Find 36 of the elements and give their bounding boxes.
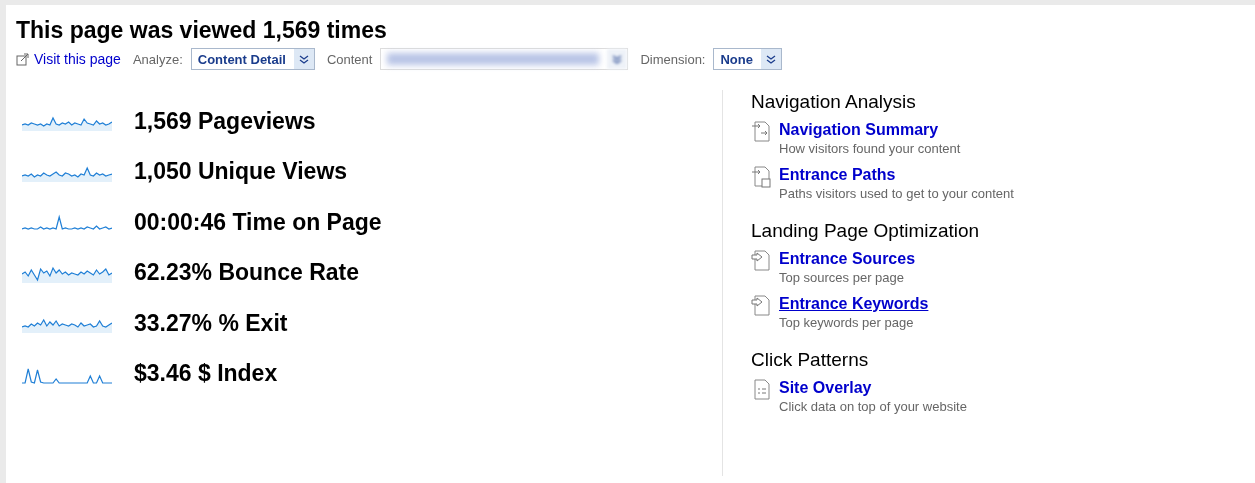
metric-text: 33.27% % Exit xyxy=(134,309,288,337)
caret-icon xyxy=(766,54,776,64)
metric-text: $3.46 $ Index xyxy=(134,360,278,388)
analyze-dropdown[interactable]: Content Detail xyxy=(190,48,315,70)
external-link-icon xyxy=(16,52,30,66)
visit-page-link[interactable]: Visit this page xyxy=(16,51,121,67)
dimension-dropdown[interactable]: None xyxy=(713,48,782,70)
metric-text: 1,050 Unique Views xyxy=(134,158,348,186)
metric-text: 00:00:46 Time on Page xyxy=(134,208,382,236)
analyze-label: Analyze: xyxy=(132,51,183,67)
report-link[interactable]: Entrance Sources xyxy=(779,250,916,268)
document-icon xyxy=(751,295,773,317)
caret-icon xyxy=(298,54,309,64)
caret-icon xyxy=(612,54,623,64)
report-link[interactable]: Entrance Paths xyxy=(779,166,1014,184)
link-description: Top keywords per page xyxy=(779,315,915,330)
section-heading: Click Patterns xyxy=(751,349,870,371)
link-description: Paths visitors used to get to your content xyxy=(779,186,1014,201)
metric-text: 62.23% Bounce Rate xyxy=(134,259,359,287)
link-description: How visitors found your content xyxy=(779,141,961,156)
content-label: Content xyxy=(326,51,373,67)
page-title: This page was viewed 1,569 times xyxy=(16,17,388,44)
report-link[interactable]: Navigation Summary xyxy=(779,121,961,139)
document-icon xyxy=(751,166,773,188)
link-description: Top sources per page xyxy=(779,270,906,285)
document-icon xyxy=(751,121,773,143)
report-link[interactable]: Site Overlay xyxy=(779,379,967,397)
report-link[interactable]: Entrance Keywords xyxy=(779,295,929,313)
content-dropdown[interactable] xyxy=(380,48,629,70)
metric-text: 1,569 Pageviews xyxy=(134,107,316,135)
document-icon xyxy=(751,379,773,401)
dimension-label: Dimension: xyxy=(640,51,706,67)
document-icon xyxy=(751,250,773,272)
section-heading: Navigation Analysis xyxy=(751,91,917,113)
section-heading: Landing Page Optimization xyxy=(751,220,981,242)
link-description: Click data on top of your website xyxy=(779,399,967,414)
